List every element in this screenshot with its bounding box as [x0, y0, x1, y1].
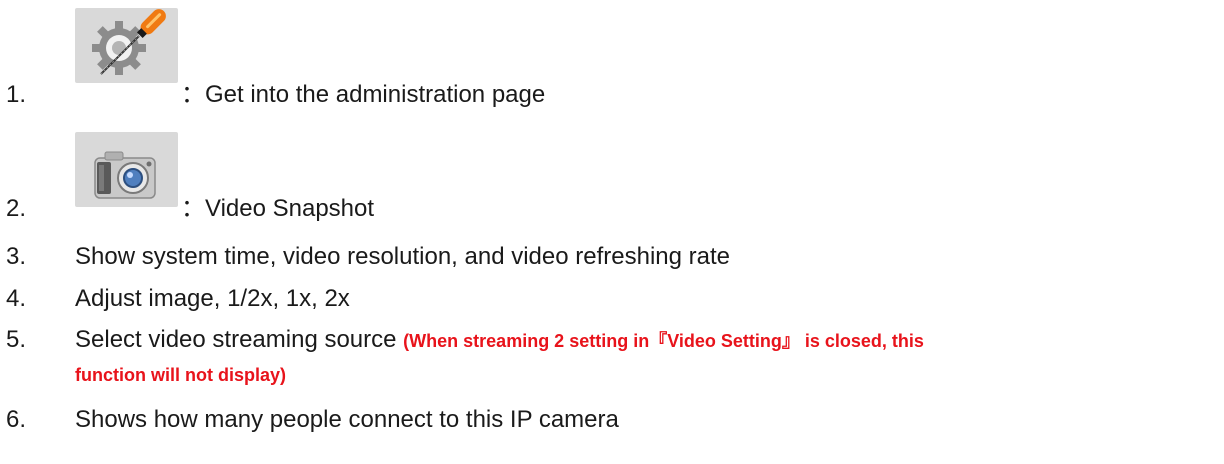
item-number: 4.	[6, 285, 27, 312]
item-number: 3.	[6, 243, 27, 270]
item-text: ：Get into the administration page	[181, 81, 546, 108]
admin-settings-icon-button[interactable]	[75, 8, 178, 83]
snapshot-icon-button[interactable]	[75, 132, 178, 207]
item-number: 2.	[6, 195, 27, 222]
camera-icon	[94, 151, 156, 199]
item-text: Adjust image, 1/2x, 1x, 2x	[75, 285, 350, 312]
gear-wrench-icon	[92, 9, 166, 75]
item-text: Shows how many people connect to this IP…	[75, 406, 619, 433]
item-text: Show system time, video resolution, and …	[75, 243, 730, 270]
item-note-continued: function will not display)	[75, 365, 286, 385]
item-number: 1.	[6, 81, 27, 108]
item-note: (When streaming 2 setting in『Video Setti…	[403, 331, 924, 351]
item-text: Select video streaming source (When stre…	[75, 325, 924, 356]
item-main-text: Select video streaming source	[75, 326, 397, 353]
item-text: ：Video Snapshot	[181, 195, 375, 222]
item-number: 5.	[6, 326, 27, 353]
item-number: 6.	[6, 406, 27, 433]
